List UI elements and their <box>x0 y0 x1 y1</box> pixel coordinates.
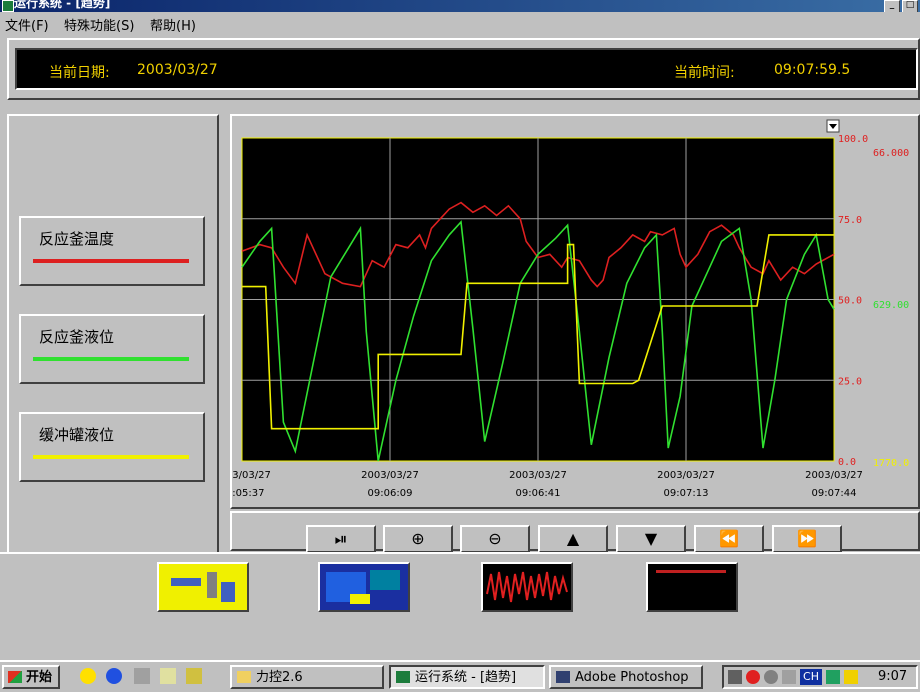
scale-label: 1770.0 <box>873 458 909 469</box>
task-label: 运行系统 - [趋势] <box>415 670 517 685</box>
legend-item-buffer-level[interactable]: 缓冲罐液位 <box>19 412 205 482</box>
legend-item-reactor-level[interactable]: 反应釜液位 <box>19 314 205 384</box>
volume-icon[interactable] <box>728 670 742 684</box>
x-tick-time: 09:06:09 <box>368 488 413 499</box>
datetime-panel: 当前日期: 2003/03/27 当前时间: 09:07:59.5 <box>7 38 920 100</box>
window-title: 运行系统 - [趋势] <box>14 0 111 10</box>
security-icon[interactable] <box>746 670 760 684</box>
zoom-out-button[interactable]: ⊖ <box>460 525 530 553</box>
app-tray-icon[interactable] <box>844 670 858 684</box>
windows-taskbar: 开始 力控2.6 运行系统 - [趋势] Adobe Photoshop CH … <box>0 660 920 692</box>
trend-screen-thumbnail[interactable] <box>481 562 573 612</box>
start-button[interactable]: 开始 <box>2 665 60 689</box>
windows-logo-icon <box>8 671 22 683</box>
window-titlebar: 运行系统 - [趋势] _ □ <box>0 0 920 13</box>
datetime-display: 当前日期: 2003/03/27 当前时间: 09:07:59.5 <box>15 48 918 90</box>
legend-label: 缓冲罐液位 <box>39 426 115 444</box>
menu-file[interactable]: 文件(F) <box>5 15 49 34</box>
time-value: 09:07:59.5 <box>774 62 851 78</box>
date-label: 当前日期: <box>49 65 110 81</box>
scale-label: 66.000 <box>873 148 909 159</box>
overview-screen-thumbnail[interactable] <box>318 562 410 612</box>
rewind-button[interactable]: ⏪ <box>694 525 764 553</box>
screen-navigation-bar <box>0 552 920 662</box>
x-tick-date: 2003/03/27 <box>805 470 863 481</box>
scroll-up-button[interactable]: ▲ <box>538 525 608 553</box>
task-label: Adobe Photoshop <box>575 670 689 685</box>
tool-icon[interactable] <box>186 668 202 684</box>
y-tick-label: 50.0 <box>838 296 862 307</box>
y-tick-label: 75.0 <box>838 215 862 226</box>
play-pause-button[interactable]: ⏯ <box>306 525 376 553</box>
notepad-icon[interactable] <box>160 668 176 684</box>
app-icon <box>2 0 14 12</box>
folder-icon <box>237 671 251 683</box>
y-tick-label: 0.0 <box>838 457 856 468</box>
legend-swatch <box>33 357 189 361</box>
playback-controls: ⏯ ⊕ ⊖ ▲ ▼ ⏪ ⏩ <box>230 511 920 553</box>
legend-panel: 反应釜温度 反应釜液位 缓冲罐液位 <box>7 114 219 554</box>
x-tick-time: 09:06:41 <box>516 488 561 499</box>
process-screen-thumbnail[interactable] <box>157 562 249 612</box>
zoom-in-button[interactable]: ⊕ <box>383 525 453 553</box>
desktop-icon[interactable] <box>80 668 96 684</box>
date-value: 2003/03/27 <box>137 62 218 78</box>
network-icon[interactable] <box>134 668 150 684</box>
trend-chart-panel: 100.0 75.0 50.0 25.0 0.0 66.000 629.00 1770.0 20… <box>230 114 920 509</box>
runtime-app-icon <box>396 671 410 683</box>
input-language-indicator[interactable]: CH <box>800 669 822 685</box>
legend-item-reactor-temp[interactable]: 反应釜温度 <box>19 216 205 286</box>
legend-swatch <box>33 455 189 459</box>
menu-special[interactable]: 特殊功能(S) <box>64 15 134 34</box>
x-tick-date: 2003/03/27 <box>361 470 419 481</box>
legend-swatch <box>33 259 189 263</box>
photoshop-icon <box>556 671 570 683</box>
y-tick-label: 100.0 <box>838 134 868 145</box>
forward-button[interactable]: ⏩ <box>772 525 842 553</box>
disc-icon[interactable] <box>764 670 778 684</box>
scale-label: 629.00 <box>873 300 909 311</box>
y-tick-label: 25.0 <box>838 376 862 387</box>
internet-explorer-icon[interactable] <box>106 668 122 684</box>
alarm-screen-thumbnail[interactable] <box>646 562 738 612</box>
trend-chart[interactable]: 100.0 75.0 50.0 25.0 0.0 66.000 629.00 1770.0 20… <box>232 116 918 507</box>
x-tick-date: 2003/03/27 <box>232 470 271 481</box>
system-tray: CH 9:07 <box>722 665 918 689</box>
legend-label: 反应釜温度 <box>39 230 115 248</box>
x-tick-date: 2003/03/27 <box>657 470 715 481</box>
task-photoshop[interactable]: Adobe Photoshop <box>549 665 703 689</box>
x-tick-date: 2003/03/27 <box>509 470 567 481</box>
x-tick-time: 09:07:44 <box>812 488 857 499</box>
menu-help[interactable]: 帮助(H) <box>150 15 196 34</box>
menu-bar: 文件(F) 特殊功能(S) 帮助(H) <box>0 12 920 34</box>
clock[interactable]: 9:07 <box>878 669 907 684</box>
task-likong[interactable]: 力控2.6 <box>230 665 384 689</box>
x-tick-time: 09:07:13 <box>664 488 709 499</box>
scroll-down-button[interactable]: ▼ <box>616 525 686 553</box>
legend-label: 反应釜液位 <box>39 328 115 346</box>
x-tick-time: 09:05:37 <box>232 488 264 499</box>
task-label: 力控2.6 <box>256 670 303 685</box>
network-tray-icon[interactable] <box>782 670 796 684</box>
task-runtime-system[interactable]: 运行系统 - [趋势] <box>389 665 545 689</box>
ime-icon[interactable] <box>826 670 840 684</box>
start-label: 开始 <box>26 670 53 685</box>
time-label: 当前时间: <box>674 65 735 81</box>
